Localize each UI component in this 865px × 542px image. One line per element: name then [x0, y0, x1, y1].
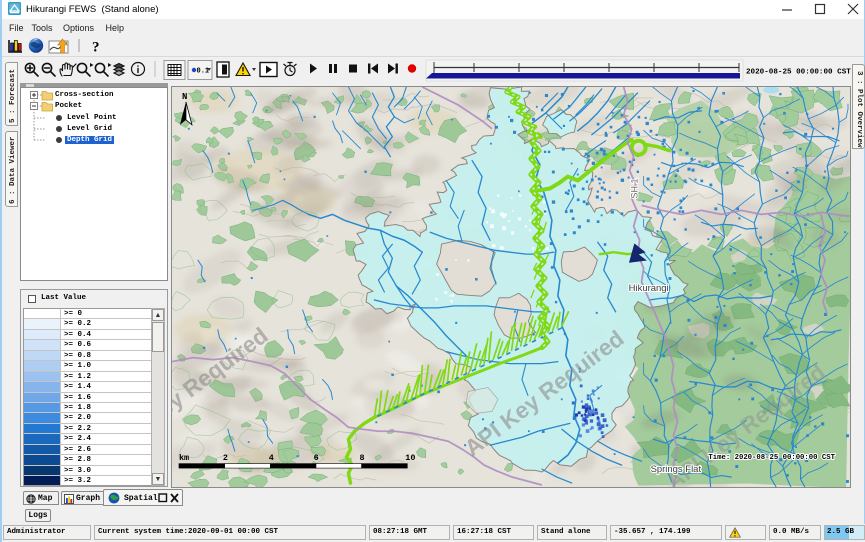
svg-text:?: ?: [92, 40, 100, 56]
svg-text:km: km: [179, 453, 189, 463]
svg-text:Hikurangi: Hikurangi: [629, 283, 669, 294]
svg-text:Springs Flat: Springs Flat: [651, 464, 702, 475]
svg-text:N: N: [182, 92, 187, 102]
svg-text:8: 8: [359, 453, 364, 463]
svg-text:6: 6: [314, 453, 319, 463]
svg-text:2020-08-25 00:00:00 CST: 2020-08-25 00:00:00 CST: [746, 69, 851, 77]
svg-text:Time: 2020-08-25 00:00:00 CST: Time: 2020-08-25 00:00:00 CST: [708, 454, 835, 462]
svg-text:10: 10: [405, 453, 415, 463]
svg-text:2: 2: [223, 453, 228, 463]
svg-text:SH 1: SH 1: [630, 179, 640, 199]
svg-text:0.1: 0.1: [197, 68, 210, 76]
svg-text:4: 4: [269, 453, 274, 463]
